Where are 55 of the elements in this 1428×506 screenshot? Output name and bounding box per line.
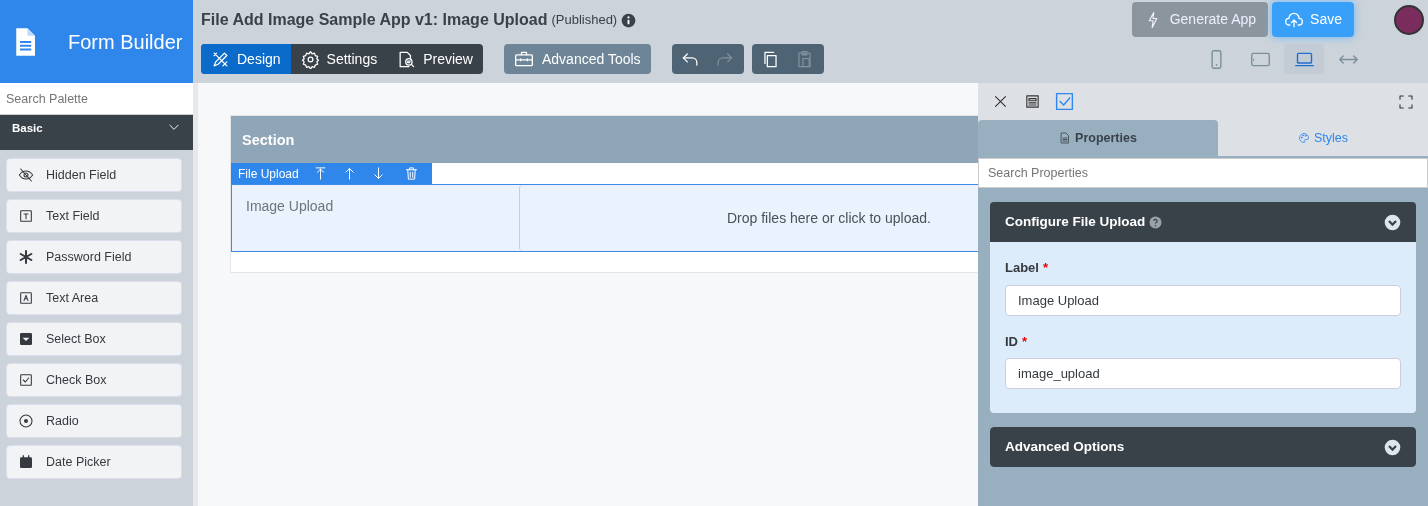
letter-box-icon [18, 290, 34, 306]
dropdown-box-icon [18, 331, 34, 347]
avatar-placeholder[interactable] [1394, 4, 1424, 35]
accordion-header[interactable]: Configure File Upload [990, 202, 1416, 242]
device-laptop-button[interactable] [1284, 44, 1324, 74]
required-mark: * [1022, 332, 1028, 351]
status-text: (Published) [551, 11, 618, 30]
radio-icon [18, 413, 34, 429]
palette-item[interactable]: Password Field [6, 240, 182, 274]
mode-tab[interactable]: Preview [387, 44, 483, 74]
accordion-header[interactable]: Advanced Options [990, 427, 1416, 467]
pencil-ruler-icon [211, 49, 230, 69]
palette-item[interactable]: Select Box [6, 322, 182, 356]
list-box-icon [1023, 93, 1041, 110]
eye-slash-icon [18, 167, 34, 183]
briefcase-icon [514, 49, 534, 69]
info-icon[interactable] [621, 12, 637, 28]
delete-button[interactable] [403, 166, 419, 181]
mode-tab[interactable]: Design [201, 44, 291, 74]
section-header: Section [231, 116, 978, 163]
mode-tab[interactable]: Settings [290, 44, 388, 74]
group-label: Basic [12, 121, 43, 136]
panel-tab[interactable]: Properties [978, 120, 1218, 156]
palette-item[interactable]: Date Picker [6, 445, 182, 479]
palette-item[interactable]: Hidden Field [6, 158, 182, 192]
app-title: Form Builder [68, 29, 183, 55]
asterisk-icon [18, 249, 34, 265]
trash-icon [403, 166, 419, 181]
chevron-down-icon [1384, 438, 1401, 456]
field-label: Label [1005, 259, 1039, 277]
palette-group-header[interactable]: Basic [0, 115, 193, 150]
document-search-icon [397, 49, 417, 69]
palette-item[interactable]: Check Box [6, 363, 182, 397]
palette-item[interactable]: Radio [6, 404, 182, 438]
calendar-icon [18, 454, 34, 470]
page-title: File Add Image Sample App v1: Image Upload [201, 10, 548, 30]
document-icon [1059, 132, 1072, 144]
checkbox-icon [18, 372, 34, 388]
component-label: Image Upload [245, 197, 335, 216]
palette-item[interactable]: Text Field [6, 199, 182, 233]
text-box-icon [18, 208, 34, 224]
checkbox-icon [1053, 91, 1075, 112]
palette-item[interactable]: Text Area [6, 281, 182, 315]
palette-icon [1297, 132, 1310, 144]
field-label: ID [1005, 332, 1018, 351]
required-mark: * [1042, 259, 1049, 277]
fullscreen-icon [1398, 93, 1414, 110]
text-field[interactable]: image_upload [1005, 358, 1401, 389]
search-field[interactable]: Search Properties [978, 158, 1428, 188]
component-type-label: File Upload [238, 165, 299, 183]
text-field[interactable]: Image Upload [1005, 284, 1401, 316]
chevron-down-icon [1384, 213, 1401, 231]
gear-icon [300, 49, 320, 69]
advanced-tools-button[interactable]: Advanced Tools [504, 44, 651, 74]
search-field[interactable]: Search Palette [0, 83, 193, 115]
